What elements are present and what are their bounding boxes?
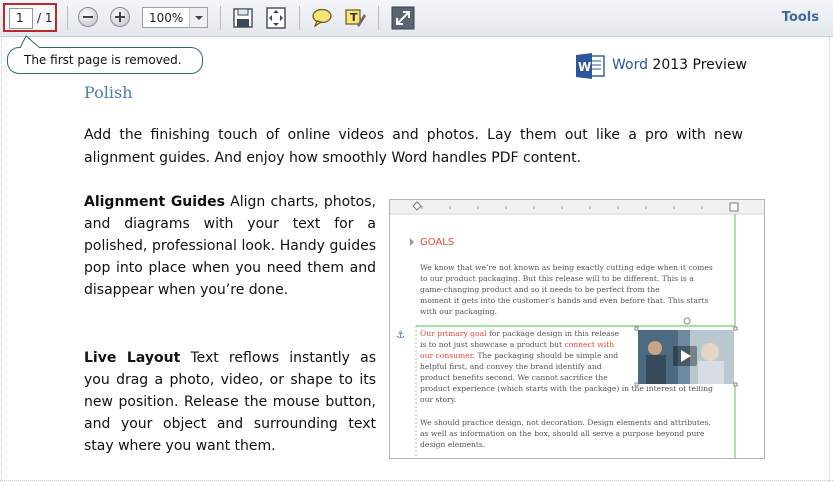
- thumb-p2-text: for package design in this release: [487, 329, 620, 338]
- alignment-guides-title: Alignment Guides: [84, 194, 225, 210]
- zoom-out-button[interactable]: [78, 7, 98, 27]
- save-icon: [233, 8, 253, 28]
- fullscreen-button[interactable]: [391, 6, 415, 30]
- comment-icon: [312, 8, 332, 28]
- thumb-p2-text: . The packaging should be simple and: [473, 351, 619, 360]
- zoom-value: 100%: [149, 11, 184, 25]
- thumb-p2-line: product benefits second. We cannot sacri…: [420, 373, 608, 382]
- fit-page-button[interactable]: [264, 6, 288, 30]
- thumb-p3-line: as well as information on the box, shoul…: [420, 429, 705, 438]
- thumb-p2-line: our story.: [420, 395, 456, 404]
- thumb-p2-line: helpful first, and convey the brand iden…: [420, 362, 602, 371]
- thumb-p1-line: game-changing product and so it needs to…: [420, 285, 660, 294]
- toolbar: 1 / 1 100% T Tools: [0, 0, 833, 37]
- thumb-p1-line: moment it gets into the customer’s hands…: [420, 296, 709, 305]
- alignment-guides-paragraph: Alignment Guides Align charts, photos, a…: [84, 191, 376, 301]
- tools-menu[interactable]: Tools: [782, 10, 819, 25]
- word-brand: Word: [612, 57, 648, 73]
- callout-text: The first page is removed.: [24, 53, 182, 67]
- removed-page-callout: The first page is removed.: [7, 47, 203, 74]
- toolbar-separator: [378, 6, 379, 30]
- zoom-in-button[interactable]: [110, 7, 130, 27]
- page-total-label: / 1: [37, 11, 53, 25]
- svg-text:W: W: [578, 60, 591, 74]
- thumb-p1-line: to our product packaging. But this relea…: [420, 274, 694, 283]
- anchor-icon: ⚓: [396, 330, 405, 341]
- live-layout-title: Live Layout: [84, 350, 181, 366]
- toolbar-separator: [220, 6, 221, 30]
- svg-text:T: T: [350, 11, 358, 24]
- intro-paragraph: Add the finishing touch of online videos…: [84, 127, 743, 166]
- word-screenshot-image: GOALS We know that we’re not known as be…: [389, 199, 765, 459]
- thumb-highlight: Our primary goal: [420, 329, 487, 338]
- comment-button[interactable]: [310, 6, 334, 30]
- word-screenshot-canvas: GOALS We know that we’re not known as be…: [390, 200, 764, 458]
- word-preview-title: Word 2013 Preview: [612, 57, 747, 73]
- save-button[interactable]: [231, 6, 255, 30]
- thumb-p2-text: is to not just showcase a product but: [420, 340, 564, 349]
- fullscreen-icon: [391, 6, 415, 30]
- page-border-bottom: [0, 480, 833, 481]
- highlight-icon: T: [345, 9, 366, 27]
- word-logo-icon: W: [576, 53, 605, 79]
- page-number-input[interactable]: 1: [9, 8, 33, 29]
- zoom-select[interactable]: 100%: [142, 7, 208, 28]
- goals-heading: GOALS: [420, 237, 454, 248]
- word-title-rest: 2013 Preview: [647, 57, 748, 73]
- toolbar-separator: [299, 6, 300, 30]
- toolbar-separator: [67, 6, 68, 30]
- thumb-p3-line: We should practice design, not decoratio…: [420, 418, 711, 427]
- callout-pointer: [19, 35, 41, 49]
- fit-page-icon: [266, 7, 286, 29]
- thumb-p1-line: We know that we’re not known as being ex…: [420, 263, 713, 272]
- page-border-left: [1, 36, 2, 482]
- thumb-p1-line: with our packaging.: [420, 307, 497, 316]
- chevron-down-icon[interactable]: [189, 8, 207, 27]
- minus-icon: [83, 16, 93, 18]
- svg-text:Our primary goal for package d: Our primary goal for package design in t…: [420, 329, 620, 338]
- thumb-p3-line: design elements.: [420, 440, 485, 449]
- thumb-highlight: connect with: [564, 340, 614, 349]
- thumb-highlight: our consumer: [420, 351, 474, 360]
- svg-text:our consumer. The packaging sh: our consumer. The packaging should be si…: [420, 351, 618, 360]
- live-layout-paragraph: Live Layout Text reflows instantly as yo…: [84, 347, 376, 457]
- page-border-right: [829, 36, 830, 482]
- page-navigator: 1 / 1: [3, 3, 57, 32]
- highlight-button[interactable]: T: [343, 6, 367, 30]
- section-heading: Polish: [84, 83, 133, 102]
- svg-text:is to not just showcase a prod: is to not just showcase a product but co…: [420, 340, 614, 349]
